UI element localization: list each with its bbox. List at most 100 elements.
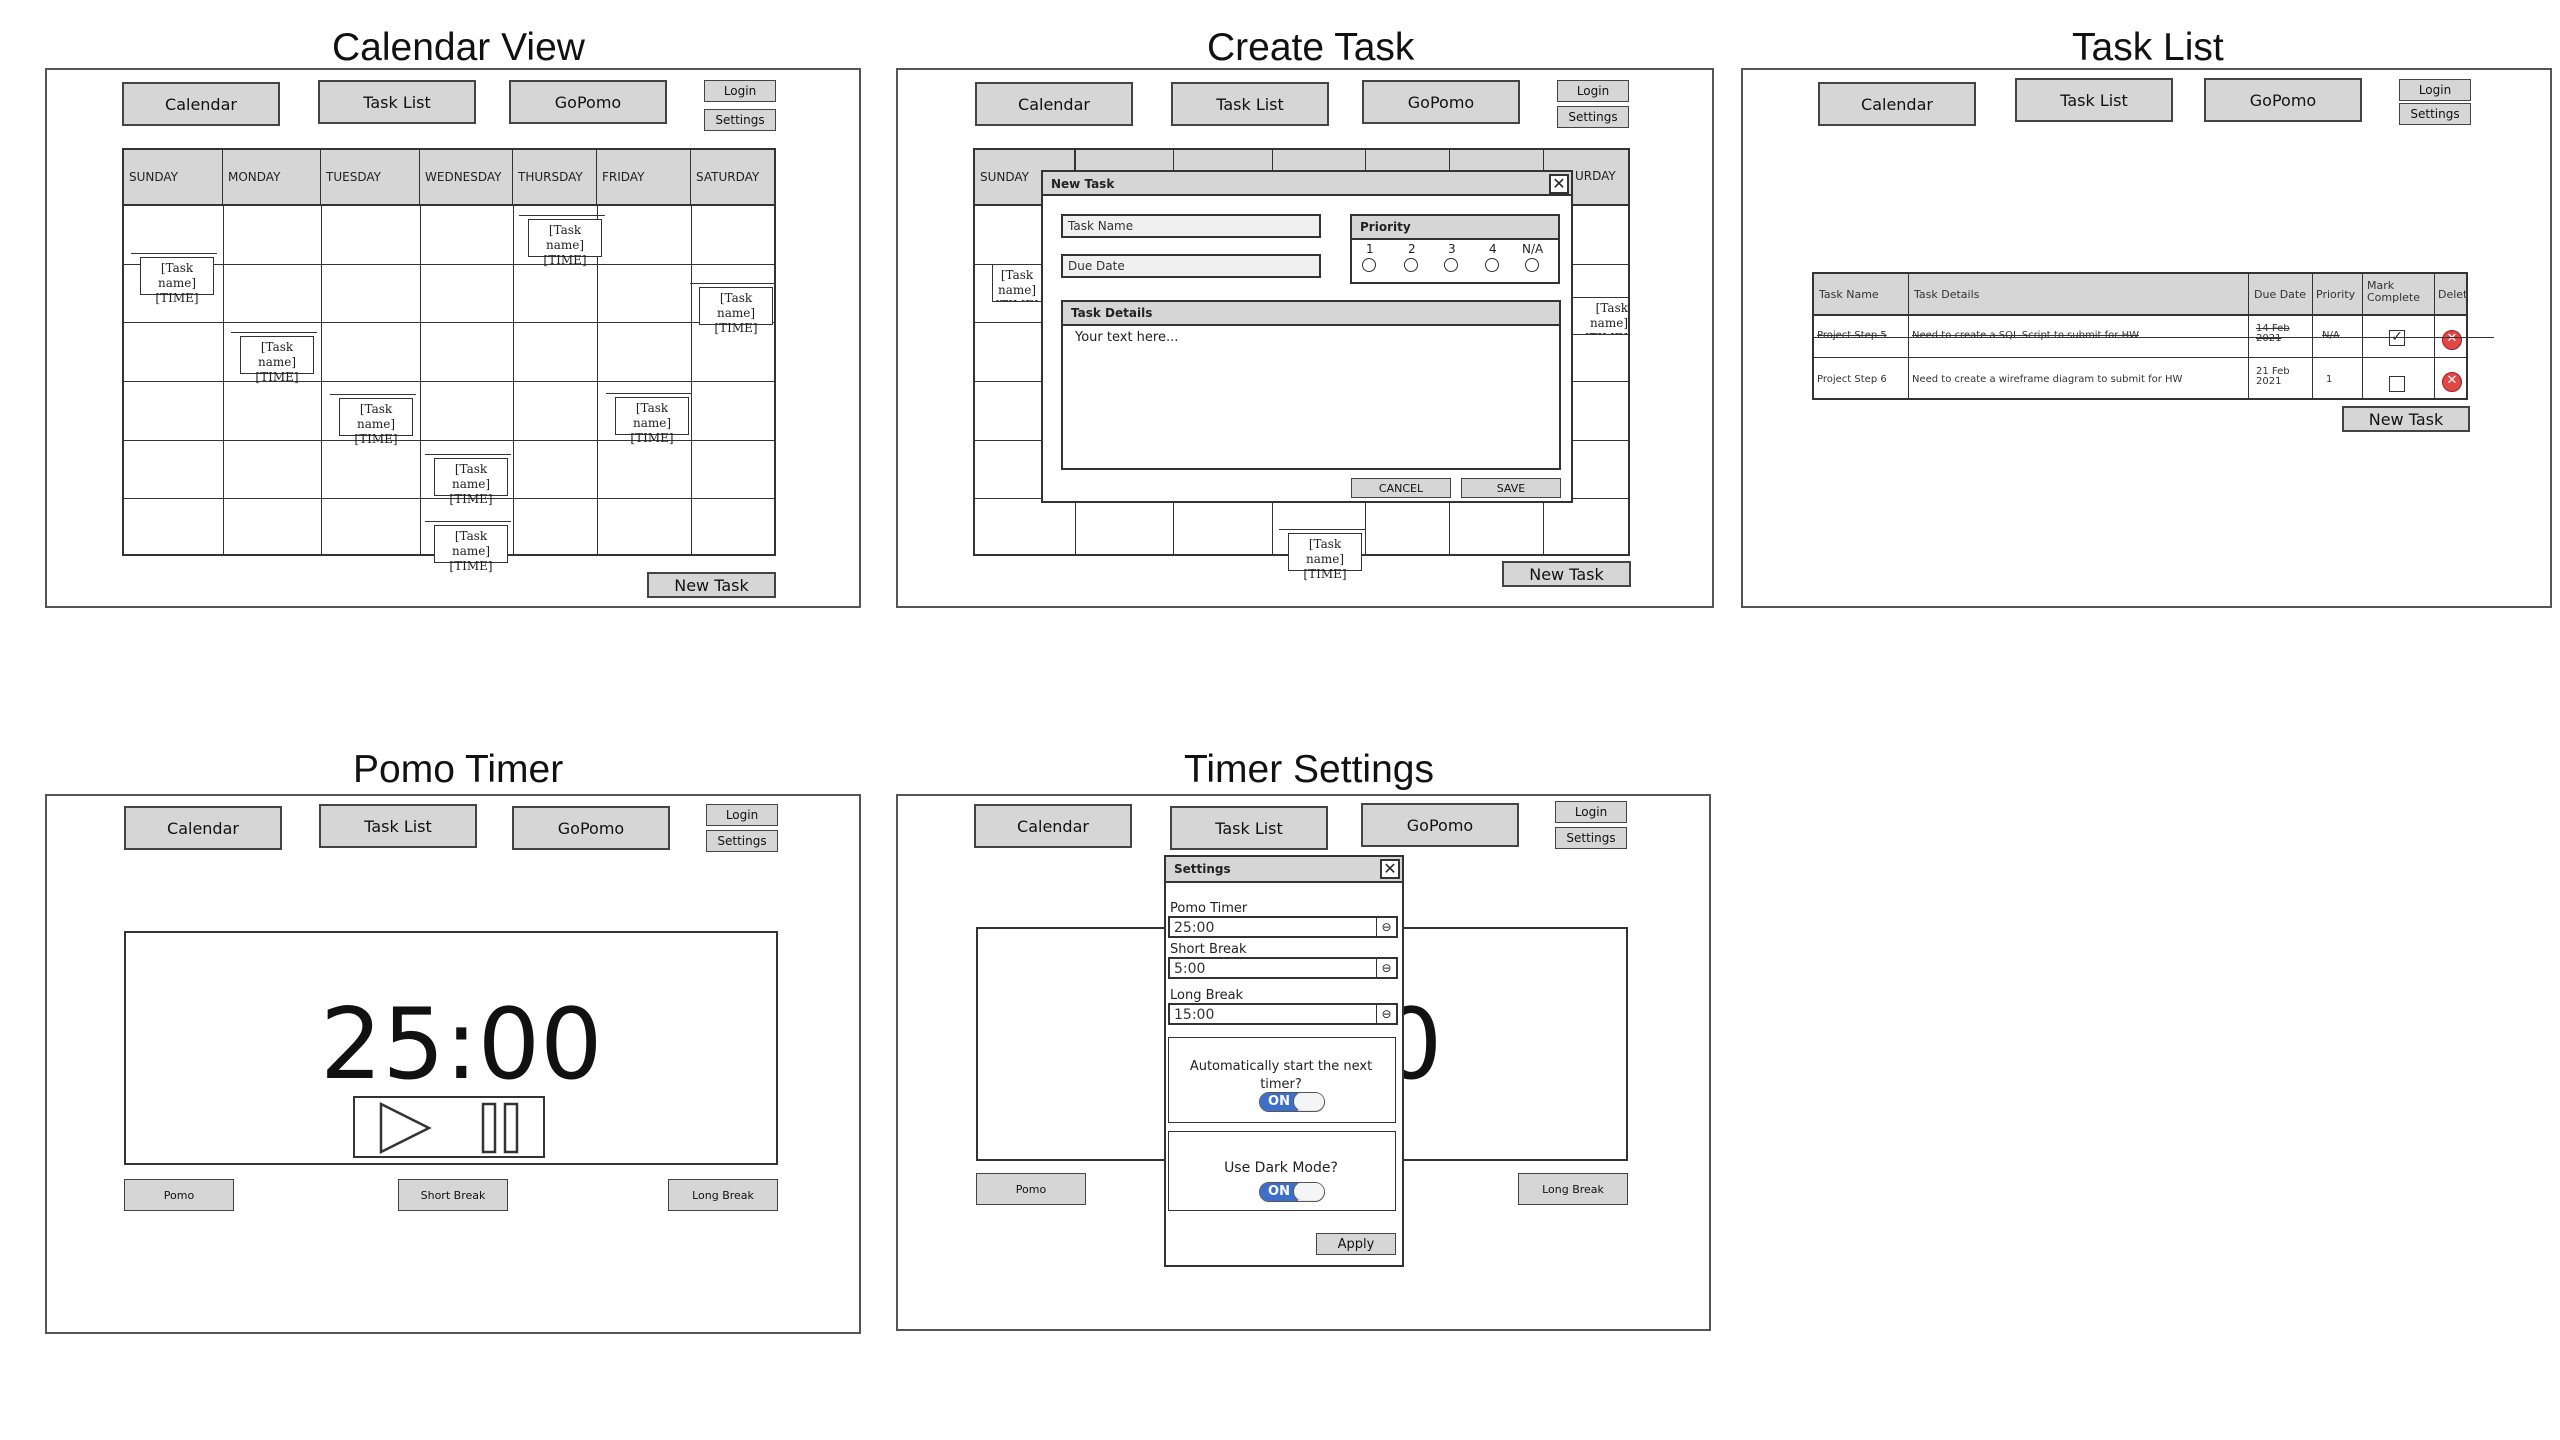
nav-gopomo-button[interactable]: GoPomo [1361, 803, 1519, 847]
short-break-button[interactable]: Short Break [398, 1179, 508, 1211]
short-break-stepper[interactable]: ⊖ [1376, 957, 1398, 979]
nav-gopomo-button[interactable]: GoPomo [512, 806, 670, 850]
panel-title-pomo-timer: Pomo Timer [353, 748, 564, 791]
dark-mode-toggle[interactable]: ON [1259, 1182, 1325, 1202]
calendar-task-chip[interactable]: [Task name][TIME] [330, 394, 416, 446]
col-header-mark-complete: Mark Complete [2367, 280, 2421, 304]
task-row-due: 21 Feb 2021 [2256, 367, 2290, 387]
settings-button[interactable]: Settings [704, 109, 776, 131]
day-header-saturday: SATURDAY [696, 170, 760, 184]
timer-controls [353, 1096, 545, 1158]
calendar-task-chip[interactable]: [Task name][TIME] [131, 253, 217, 305]
settings-button[interactable]: Settings [2399, 103, 2471, 125]
close-icon[interactable]: ✕ [1380, 859, 1400, 879]
calendar-task-chip[interactable]: [Task name][TIME] [1279, 529, 1365, 581]
strike-through-line [1814, 337, 2494, 338]
nav-calendar-button[interactable]: Calendar [974, 804, 1132, 848]
calendar-task-chip[interactable]: [Task name][TIME] [690, 283, 776, 335]
timer-readout: 25:00 [320, 988, 603, 1102]
task-row-details: Need to create a SQL Script to submit fo… [1912, 330, 2139, 341]
save-button[interactable]: SAVE [1461, 478, 1561, 498]
due-date-input[interactable]: Due Date [1061, 254, 1321, 278]
auto-start-toggle[interactable]: ON [1259, 1092, 1325, 1112]
calendar-task-chip[interactable]: [Task name][TIME] [992, 264, 1042, 302]
panel-title-calendar-view: Calendar View [332, 26, 585, 69]
task-details-label: Task Details [1061, 300, 1561, 326]
task-details-group: Task Details Your text here... [1061, 300, 1561, 470]
mark-complete-checkbox[interactable]: ✓ [2389, 330, 2405, 346]
nav-calendar-button[interactable]: Calendar [975, 82, 1133, 126]
nav-task-list-button[interactable]: Task List [1171, 82, 1329, 126]
col-header-task-name: Task Name [1819, 288, 1879, 301]
nav-calendar-button[interactable]: Calendar [124, 806, 282, 850]
calendar-task-chip[interactable]: [Task name][TIME] [425, 521, 511, 573]
priority-radio-1[interactable] [1362, 258, 1376, 272]
panel-title-create-task: Create Task [1207, 26, 1415, 69]
settings-button[interactable]: Settings [1557, 106, 1629, 128]
pomo-mode-button[interactable]: Pomo [976, 1173, 1086, 1205]
long-break-button[interactable]: Long Break [1518, 1173, 1628, 1205]
task-row-name: Project Step 6 [1817, 374, 1887, 385]
priority-radio-4[interactable] [1485, 258, 1499, 272]
new-task-button[interactable]: New Task [647, 572, 776, 598]
panel-title-timer-settings: Timer Settings [1184, 748, 1434, 791]
task-table: Task Name Task Details Due Date Priority… [1812, 272, 2494, 400]
day-header-saturday-partial: URDAY [1575, 169, 1616, 183]
nav-gopomo-button[interactable]: GoPomo [509, 80, 667, 124]
settings-button[interactable]: Settings [706, 830, 778, 852]
long-break-input[interactable]: 15:00 [1168, 1003, 1378, 1025]
day-header-wednesday: WEDNESDAY [420, 150, 513, 206]
day-header-tuesday: TUESDAY [321, 150, 420, 206]
cancel-button[interactable]: CANCEL [1351, 478, 1451, 498]
pomo-mode-button[interactable]: Pomo [124, 1179, 234, 1211]
calendar-task-chip[interactable]: [Task name][TIME] [606, 393, 692, 445]
nav-gopomo-button[interactable]: GoPomo [1362, 80, 1520, 124]
delete-icon[interactable]: ✕ [2442, 330, 2462, 350]
calendar-task-chip[interactable]: [Task name][TIME] [231, 332, 317, 384]
long-break-label: Long Break [1170, 988, 1244, 1003]
mark-complete-checkbox[interactable] [2389, 376, 2405, 392]
col-header-delete: Delete [2438, 288, 2468, 301]
day-header-monday: MONDAY [223, 150, 321, 206]
delete-icon[interactable]: ✕ [2442, 372, 2462, 392]
login-button[interactable]: Login [1557, 80, 1629, 102]
new-task-button[interactable]: New Task [1502, 561, 1631, 587]
nav-calendar-button[interactable]: Calendar [122, 82, 280, 126]
pomo-timer-stepper[interactable]: ⊖ [1376, 916, 1398, 938]
task-name-input[interactable]: Task Name [1061, 214, 1321, 238]
close-icon[interactable]: ✕ [1549, 174, 1569, 194]
task-row-due: 14 Feb 2021 [2256, 324, 2290, 344]
short-break-label: Short Break [1170, 942, 1247, 957]
priority-group: Priority 1 2 3 4 N/A [1350, 214, 1560, 284]
short-break-input[interactable]: 5:00 [1168, 957, 1378, 979]
login-button[interactable]: Login [2399, 79, 2471, 101]
priority-radio-2[interactable] [1404, 258, 1418, 272]
nav-calendar-button[interactable]: Calendar [1818, 82, 1976, 126]
dark-mode-group: Use Dark Mode? ON [1168, 1131, 1396, 1211]
task-details-textarea[interactable]: Your text here... [1075, 330, 1178, 345]
login-button[interactable]: Login [704, 80, 776, 102]
apply-button[interactable]: Apply [1316, 1233, 1396, 1255]
settings-button[interactable]: Settings [1555, 827, 1627, 849]
panel-title-task-list: Task List [2072, 26, 2224, 69]
priority-radio-na[interactable] [1525, 258, 1539, 272]
pomo-timer-input[interactable]: 25:00 [1168, 916, 1378, 938]
login-button[interactable]: Login [1555, 801, 1627, 823]
login-button[interactable]: Login [706, 804, 778, 826]
pause-icon[interactable] [479, 1100, 529, 1156]
calendar-task-chip[interactable]: [Task name][TIME] [425, 454, 511, 506]
nav-task-list-button[interactable]: Task List [319, 804, 477, 848]
nav-task-list-button[interactable]: Task List [2015, 78, 2173, 122]
priority-radio-3[interactable] [1444, 258, 1458, 272]
new-task-button[interactable]: New Task [2342, 406, 2470, 432]
long-break-stepper[interactable]: ⊖ [1376, 1003, 1398, 1025]
nav-task-list-button[interactable]: Task List [1170, 806, 1328, 850]
nav-gopomo-button[interactable]: GoPomo [2204, 78, 2362, 122]
long-break-button[interactable]: Long Break [668, 1179, 778, 1211]
task-row-priority: N/A [2322, 330, 2340, 341]
nav-task-list-button[interactable]: Task List [318, 80, 476, 124]
task-row-name: Project Step 5 [1817, 330, 1887, 341]
play-icon[interactable] [377, 1100, 437, 1156]
calendar-task-chip[interactable]: [Task name][TIME] [519, 215, 605, 267]
day-header-sunday: SUNDAY [124, 150, 223, 206]
